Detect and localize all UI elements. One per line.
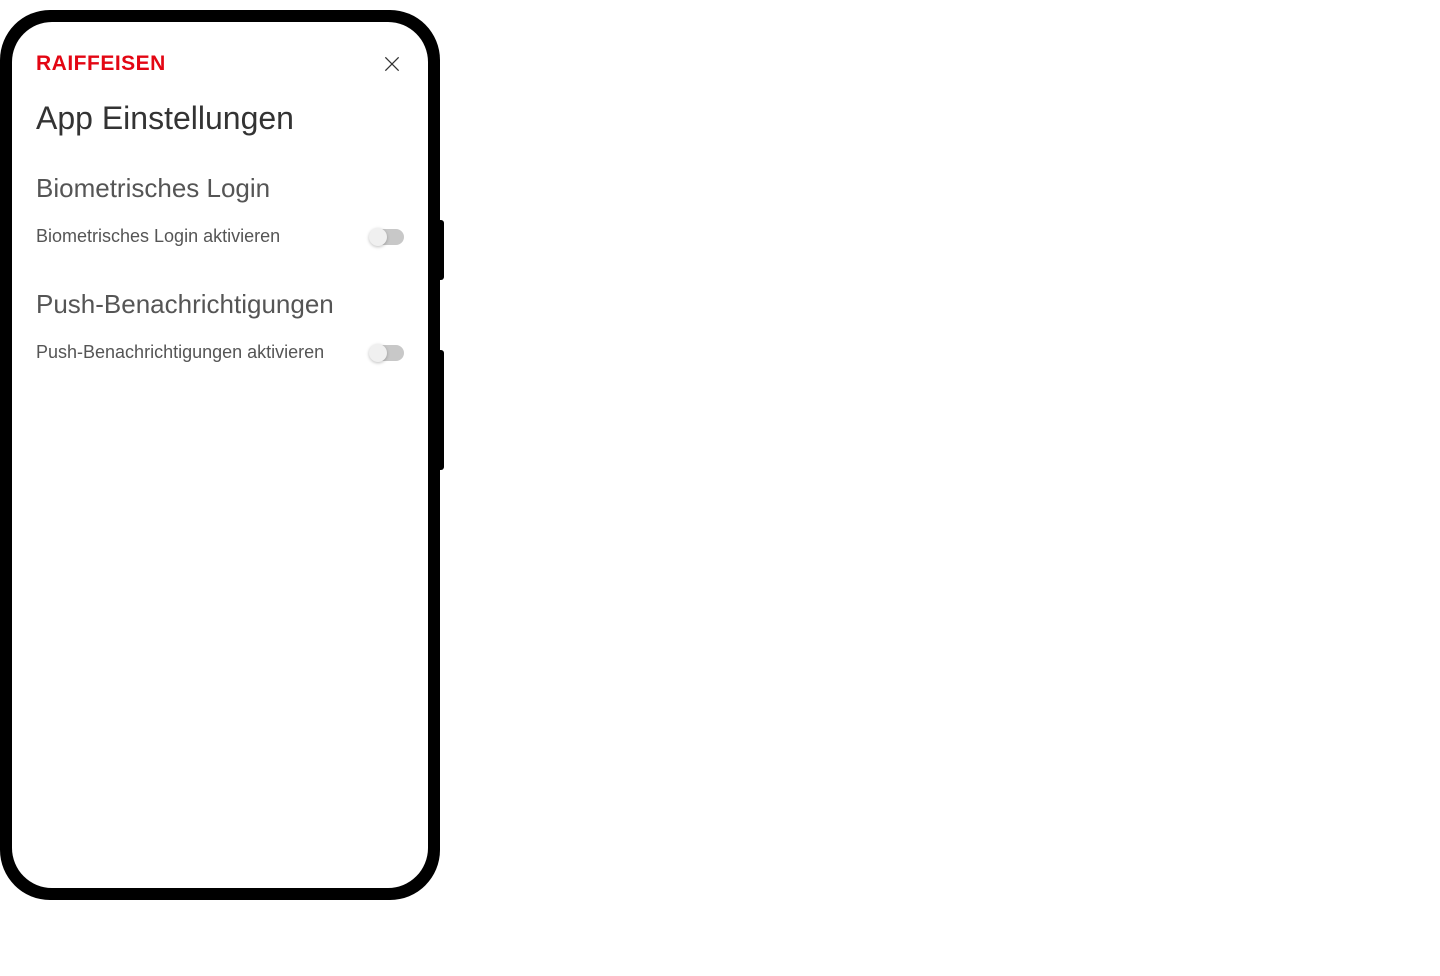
phone-screen: RAIFFEISEN App Einstellungen Biometrisch…: [12, 22, 428, 888]
phone-frame: RAIFFEISEN App Einstellungen Biometrisch…: [0, 10, 440, 900]
content-area: App Einstellungen Biometrisches Login Bi…: [12, 92, 428, 413]
push-toggle-label: Push-Benachrichtigungen aktivieren: [36, 340, 354, 365]
page-title: App Einstellungen: [36, 100, 404, 137]
toggle-knob: [369, 344, 387, 362]
push-section-title: Push-Benachrichtigungen: [36, 289, 404, 320]
push-setting-row: Push-Benachrichtigungen aktivieren: [36, 340, 404, 365]
app-header: RAIFFEISEN: [12, 22, 428, 92]
phone-side-button: [440, 220, 444, 280]
biometric-toggle-label: Biometrisches Login aktivieren: [36, 224, 354, 249]
phone-side-button: [440, 350, 444, 470]
toggle-knob: [369, 228, 387, 246]
biometric-section-title: Biometrisches Login: [36, 173, 404, 204]
biometric-toggle[interactable]: [370, 229, 404, 245]
close-button[interactable]: [380, 52, 404, 76]
biometric-setting-row: Biometrisches Login aktivieren: [36, 224, 404, 249]
brand-logo: RAIFFEISEN: [36, 52, 166, 76]
push-toggle[interactable]: [370, 345, 404, 361]
biometric-section: Biometrisches Login Biometrisches Login …: [36, 173, 404, 249]
close-icon: [382, 54, 402, 74]
push-section: Push-Benachrichtigungen Push-Benachricht…: [36, 289, 404, 365]
